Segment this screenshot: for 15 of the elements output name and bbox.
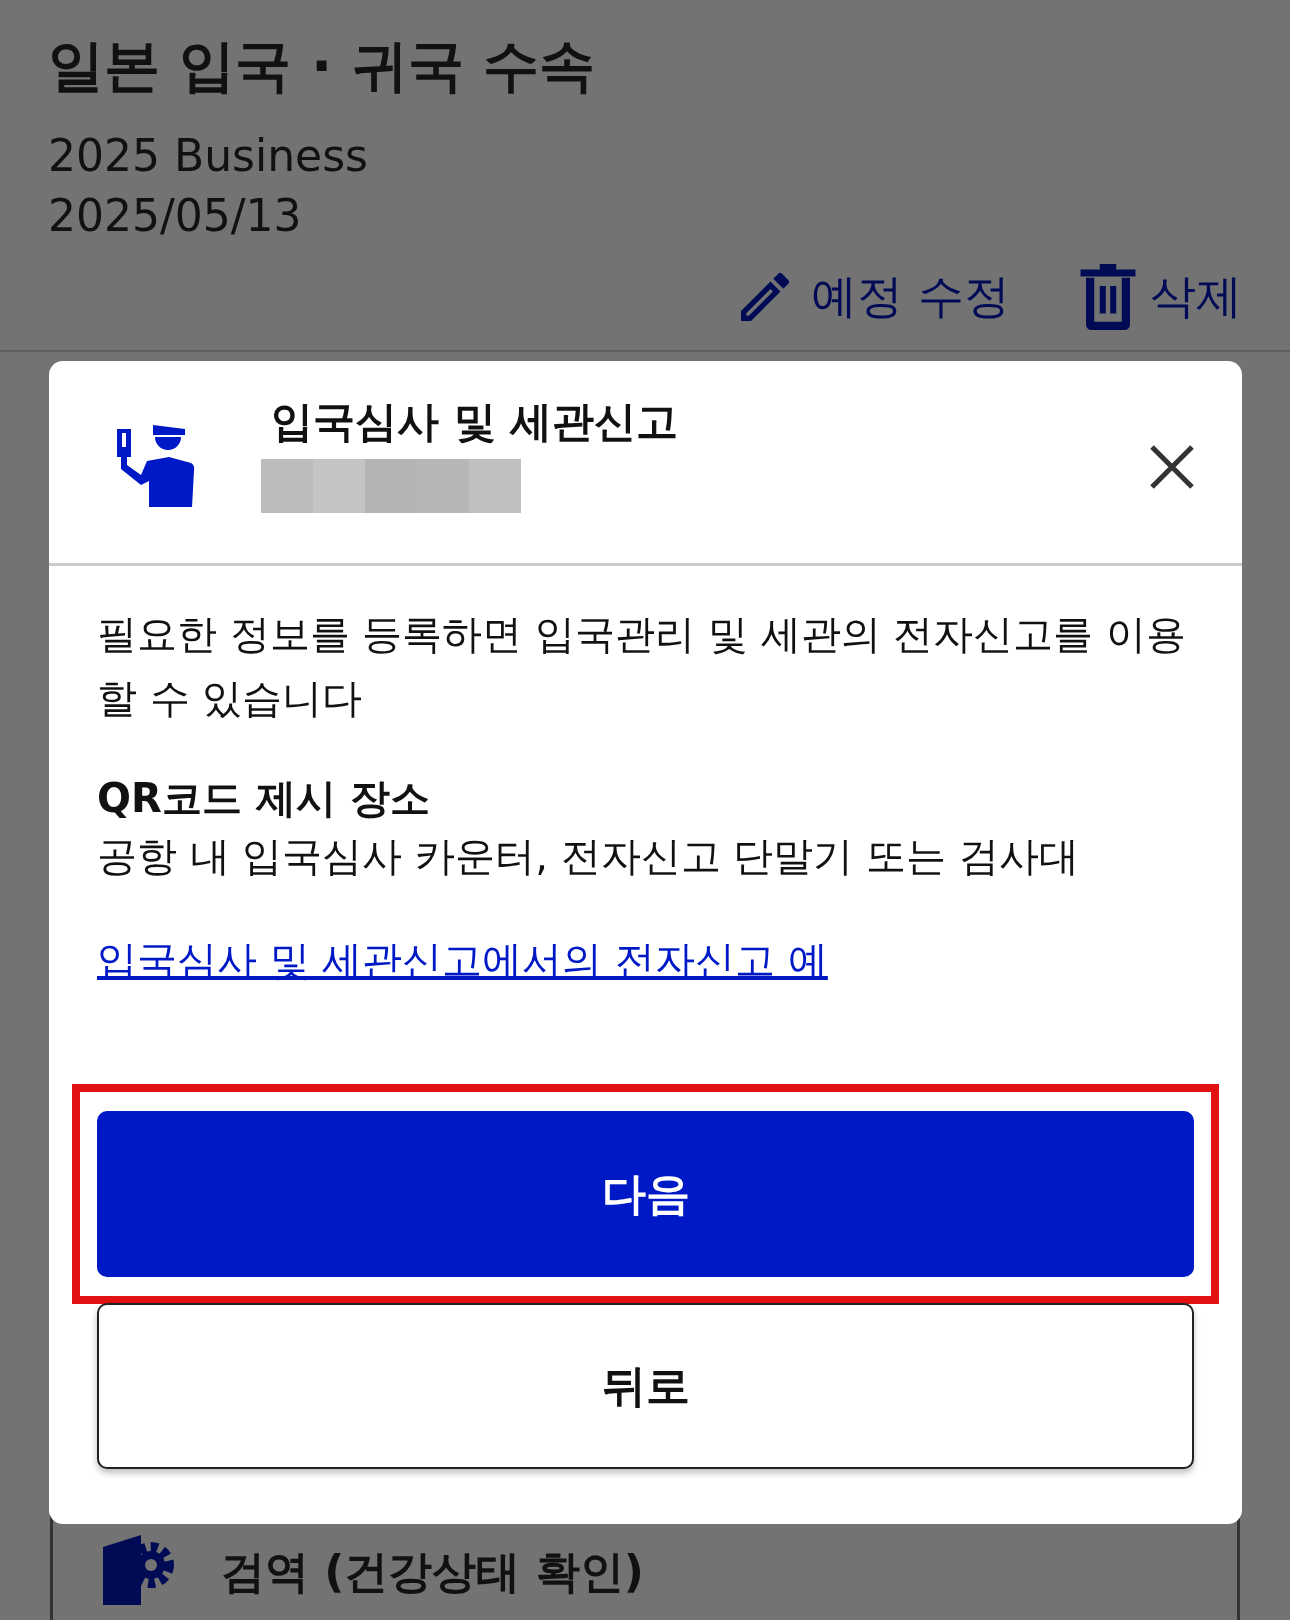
edit-button[interactable]: 예정 수정: [733, 264, 1010, 330]
delete-button[interactable]: 삭제: [1080, 264, 1242, 330]
location-text: 공항 내 입국심사 카운터, 전자신고 단말기 또는 검사대: [97, 832, 1080, 881]
back-button[interactable]: 뒤로: [97, 1303, 1194, 1469]
trash-icon: [1080, 264, 1136, 330]
page-title: 일본 입국 · 귀국 수속: [48, 32, 597, 100]
next-button[interactable]: 다음: [97, 1111, 1194, 1277]
close-icon: [1148, 443, 1196, 491]
trip-name: 2025 Business: [48, 129, 369, 183]
description-text: 필요한 정보를 등록하면 입국관리 및 세관의 전자신고를 이용할 수 있습니다: [97, 610, 1187, 723]
example-link[interactable]: 입국심사 및 세관신고에서의 전자신고 예: [97, 932, 828, 988]
trip-date: 2025/05/13: [48, 189, 303, 243]
dialog-title: 입국심사 및 세관신고: [271, 397, 680, 447]
location-heading: QR코드 제시 장소: [97, 774, 431, 823]
section-title: 검역 (건강상태 확인): [221, 1545, 644, 1599]
